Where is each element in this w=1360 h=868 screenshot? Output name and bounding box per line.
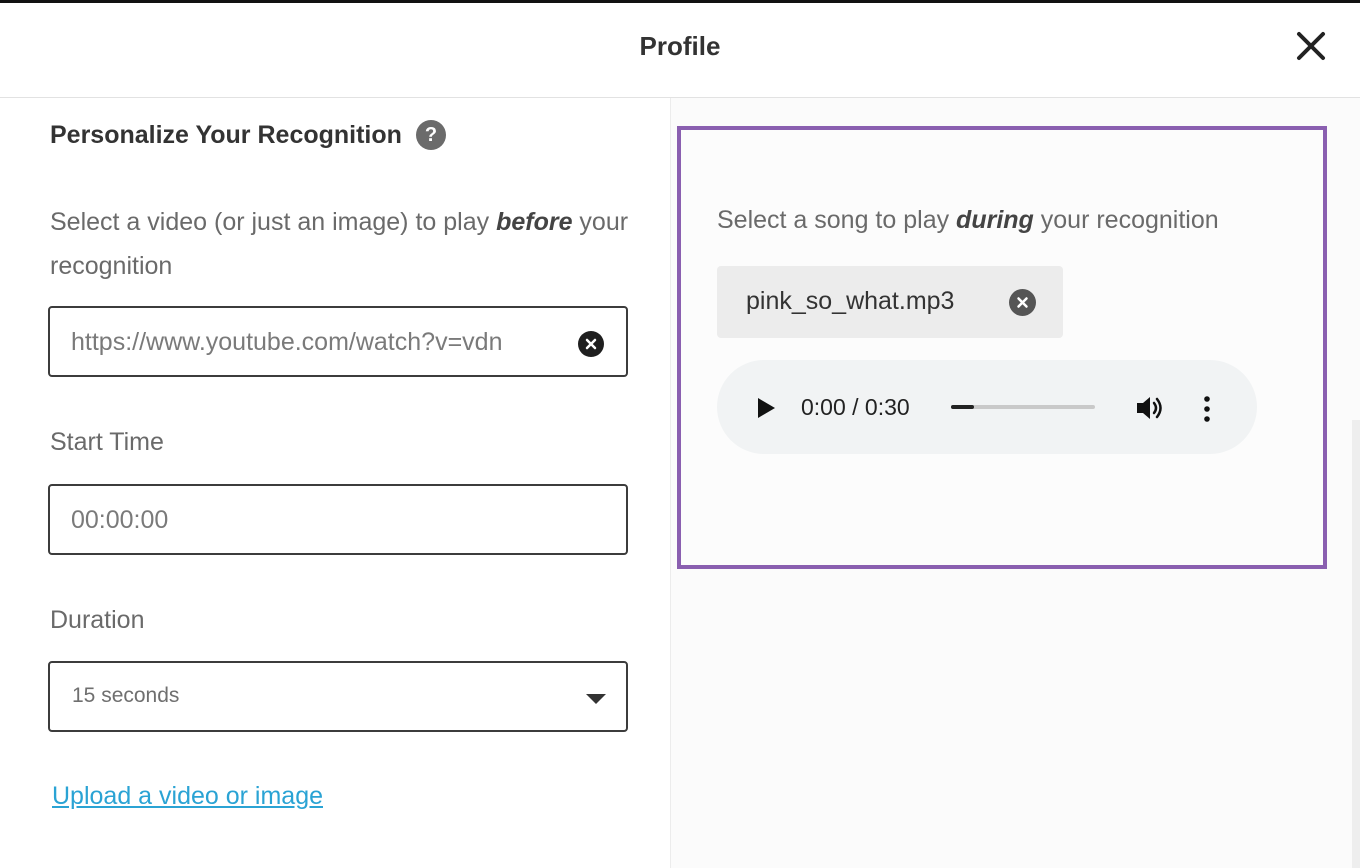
song-desc-post: your recognition <box>1033 206 1219 234</box>
video-desc-pre: Select a video (or just an image) to pla… <box>50 208 497 236</box>
song-panel: Select a song to play during your recogn… <box>677 126 1327 569</box>
duration-select[interactable]: 15 seconds <box>48 661 628 732</box>
audio-time: 0:00 / 0:30 <box>801 394 910 420</box>
upload-video-link[interactable]: Upload a video or image <box>52 782 323 811</box>
clear-url-icon[interactable] <box>578 331 604 357</box>
start-time-input[interactable]: 00:00:00 <box>48 484 628 555</box>
video-url-input[interactable]: https://www.youtube.com/watch?v=vdn <box>48 306 628 377</box>
personalize-panel: Personalize Your Recognition ? Select a … <box>0 98 670 868</box>
close-icon[interactable] <box>1294 29 1328 63</box>
start-time-value[interactable]: 00:00:00 <box>71 506 561 535</box>
song-desc-pre: Select a song to play <box>717 206 957 234</box>
audio-player: 0:00 / 0:30 <box>717 360 1257 454</box>
song-desc-emphasis: during <box>956 206 1034 234</box>
section-title-text: Personalize Your Recognition <box>50 120 402 149</box>
volume-icon[interactable] <box>1135 394 1165 422</box>
audio-progress-fill <box>951 405 975 409</box>
modal-header: Profile <box>0 3 1360 98</box>
song-file-name: pink_so_what.mp3 <box>746 287 955 315</box>
remove-song-icon[interactable] <box>1009 289 1036 316</box>
help-icon[interactable]: ? <box>415 120 446 150</box>
more-options-icon[interactable] <box>1201 394 1213 424</box>
chevron-down-icon[interactable] <box>586 694 606 704</box>
scrollbar[interactable] <box>1352 420 1360 868</box>
start-time-label: Start Time <box>50 428 164 456</box>
duration-label: Duration <box>50 606 145 634</box>
video-url-value[interactable]: https://www.youtube.com/watch?v=vdn <box>71 328 561 357</box>
video-description: Select a video (or just an image) to pla… <box>50 200 650 288</box>
play-icon[interactable] <box>755 396 777 420</box>
page-title: Profile <box>639 31 721 61</box>
audio-progress-bar[interactable] <box>951 405 1095 409</box>
song-file-chip: pink_so_what.mp3 <box>717 266 1063 338</box>
video-desc-emphasis: before <box>496 208 573 236</box>
section-title: Personalize Your Recognition ? <box>50 120 446 150</box>
song-description: Select a song to play during your recogn… <box>717 206 1219 235</box>
duration-value[interactable]: 15 seconds <box>72 684 179 708</box>
